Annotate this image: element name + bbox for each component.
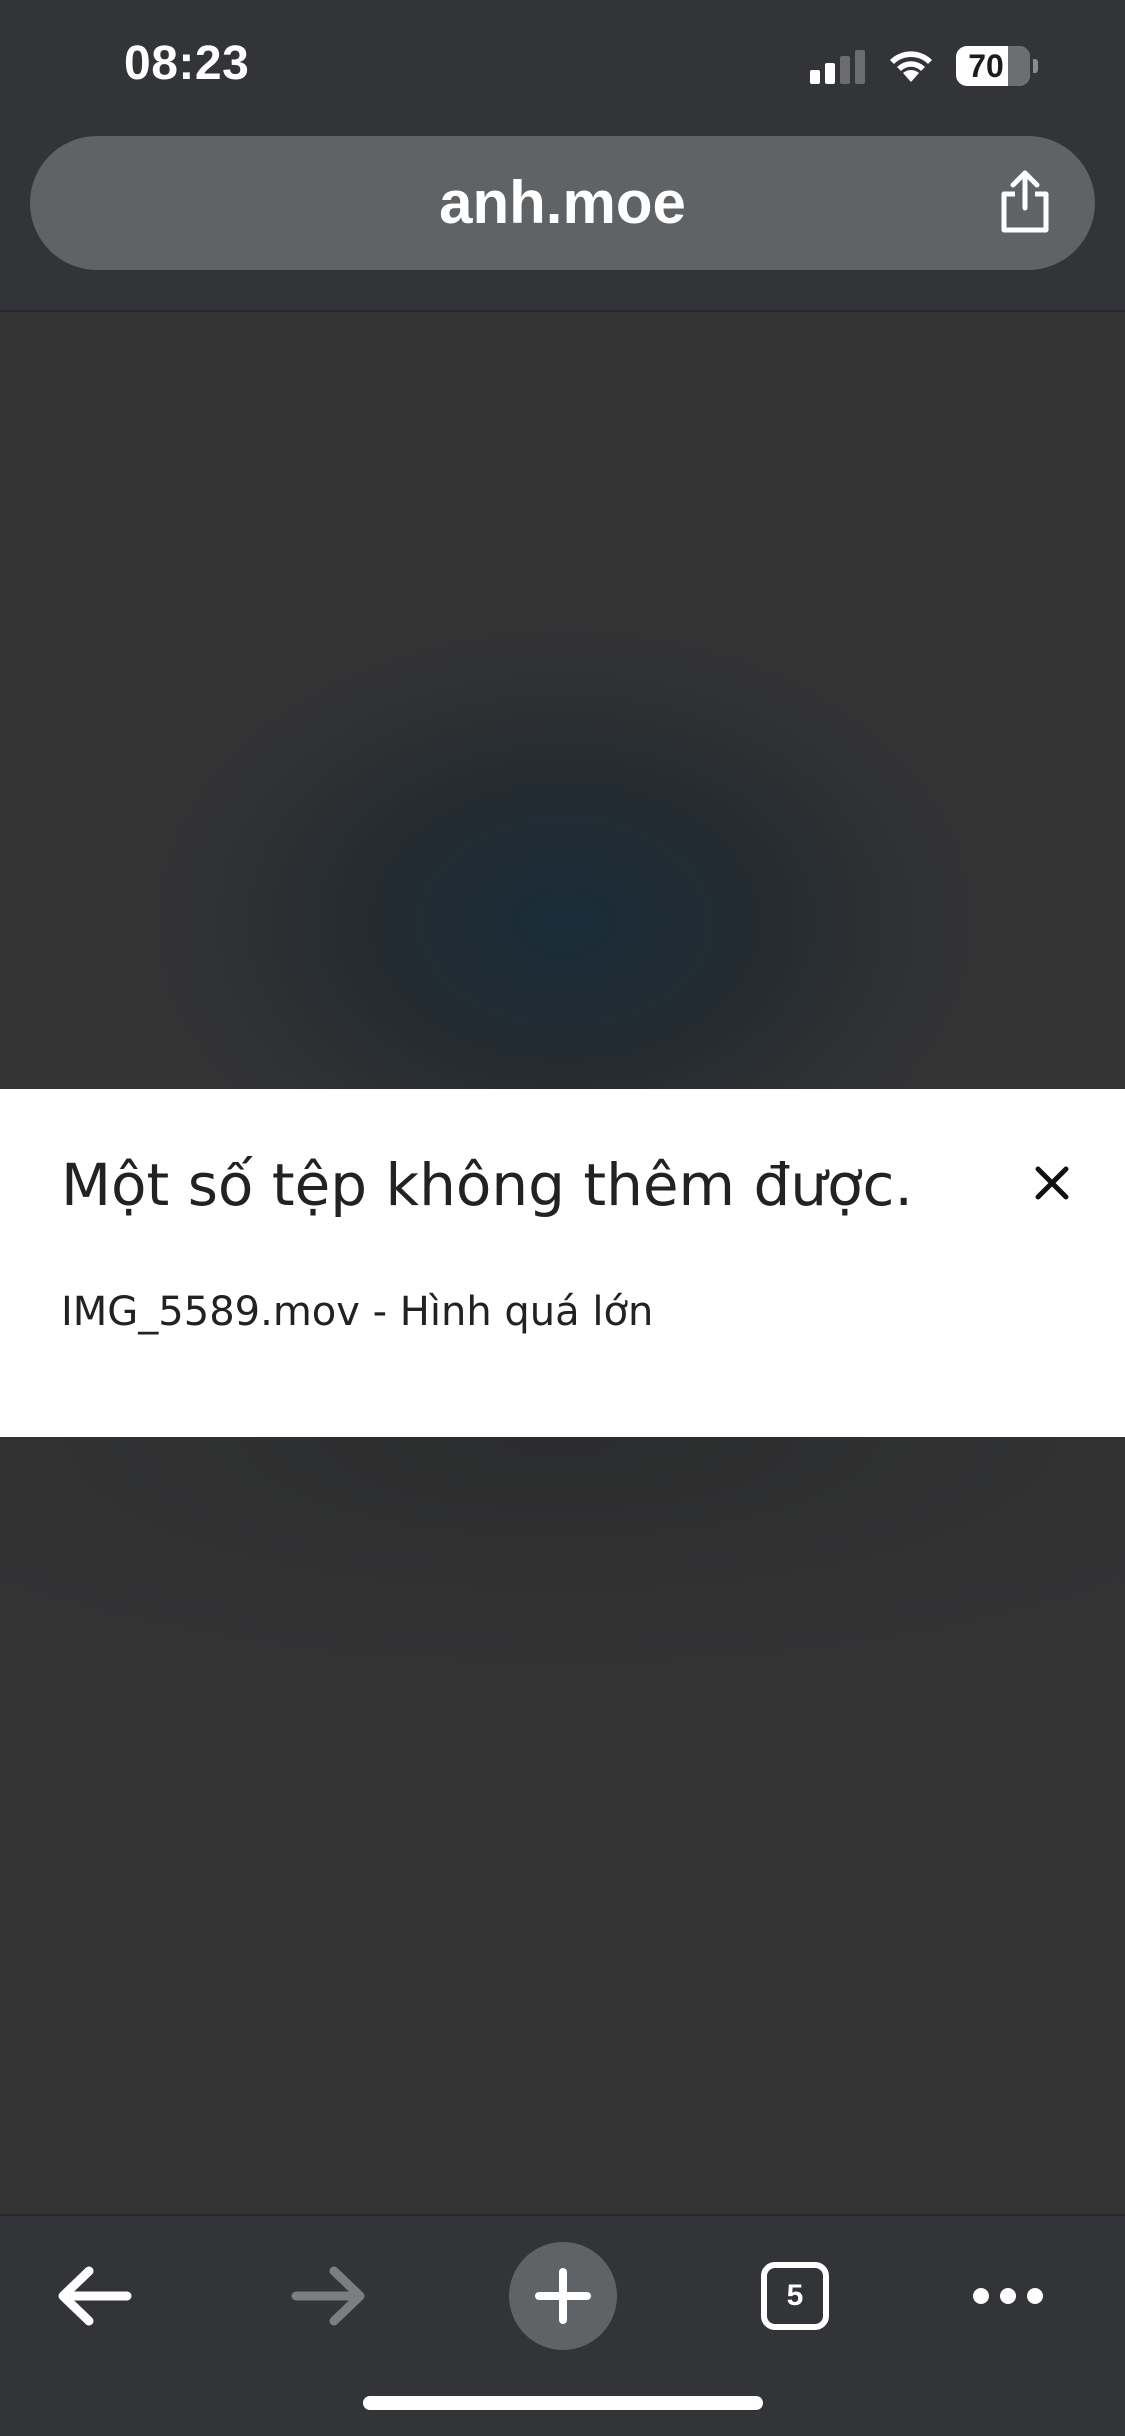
forward-button[interactable] xyxy=(268,2231,388,2361)
browser-screen: 08:23 70 anh.moe Một số tệp không thêm đ… xyxy=(0,0,1125,2436)
status-time: 08:23 xyxy=(124,37,250,90)
more-dots-icon xyxy=(973,2288,1043,2304)
error-title: Một số tệp không thêm được. xyxy=(61,1151,913,1219)
new-tab-button[interactable] xyxy=(503,2231,623,2361)
new-tab-circle xyxy=(509,2242,617,2350)
cellular-signal-icon xyxy=(810,50,865,84)
back-arrow-icon xyxy=(58,2266,132,2326)
error-detail: IMG_5589.mov - Hình quá lớn xyxy=(61,1289,654,1335)
share-icon[interactable] xyxy=(990,166,1060,236)
page-content-lower xyxy=(0,1437,1125,2214)
forward-arrow-icon xyxy=(291,2266,365,2326)
battery-level: 70 xyxy=(968,48,1004,84)
battery-tip xyxy=(1033,59,1038,73)
close-icon[interactable] xyxy=(1030,1161,1074,1205)
wifi-icon xyxy=(890,51,932,82)
url-bar[interactable]: anh.moe xyxy=(30,136,1095,270)
menu-button[interactable] xyxy=(948,2231,1068,2361)
url-text[interactable]: anh.moe xyxy=(30,136,1095,270)
tab-switcher-button[interactable]: 5 xyxy=(735,2231,855,2361)
error-banner: Một số tệp không thêm được. IMG_5589.mov… xyxy=(0,1089,1125,1437)
tab-count: 5 xyxy=(761,2262,829,2330)
plus-icon xyxy=(535,2268,591,2324)
battery-icon: 70 xyxy=(956,46,1038,86)
home-indicator[interactable] xyxy=(363,2396,763,2410)
battery-body: 70 xyxy=(956,46,1030,86)
back-button[interactable] xyxy=(35,2231,155,2361)
top-chrome: 08:23 70 anh.moe xyxy=(0,0,1125,312)
